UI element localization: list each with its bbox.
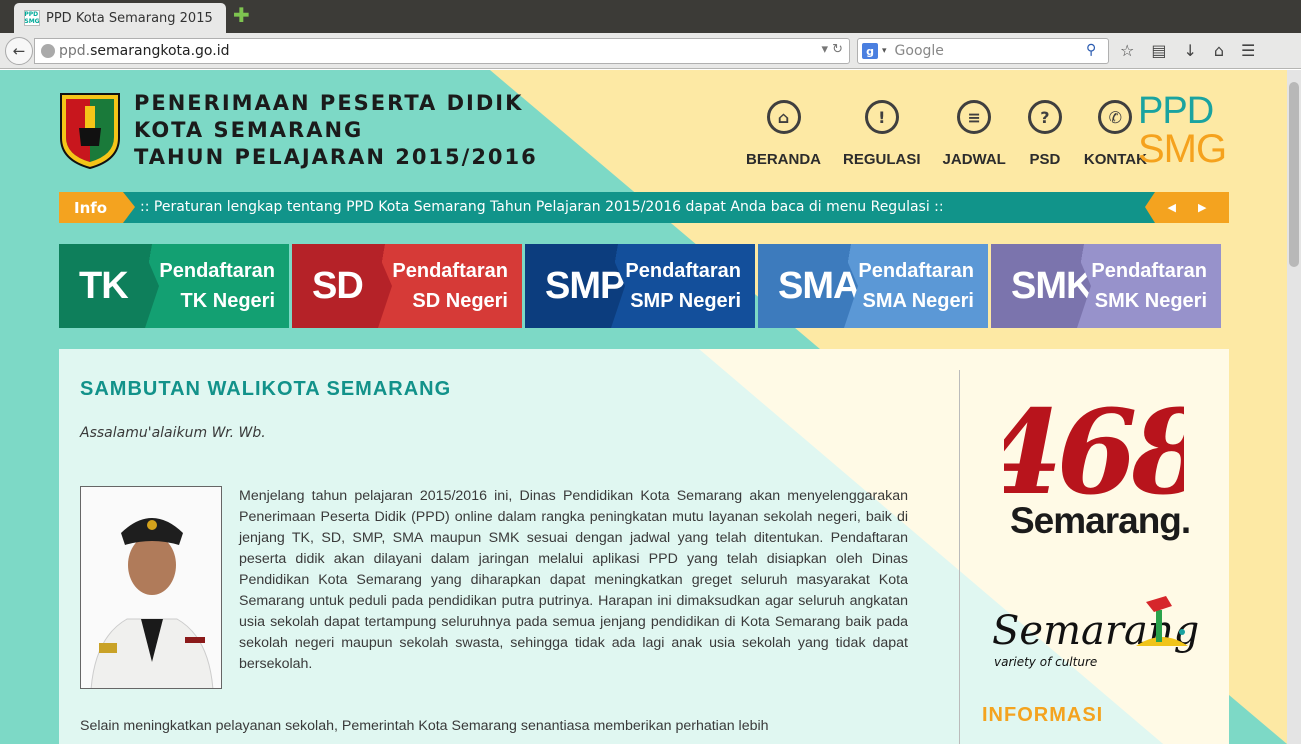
- browser-tab-strip: PPD SMG PPD Kota Semarang 2015 ✚: [0, 0, 1301, 33]
- level-abbr: SMK: [991, 244, 1091, 328]
- url-text: ppd.semarangkota.go.id: [59, 43, 230, 59]
- level-button-sd[interactable]: SD Pendaftaran SD Negeri: [292, 244, 522, 328]
- mayor-photo: [80, 486, 222, 689]
- menu-item-jadwal[interactable]: ≡ JADWAL: [943, 100, 1006, 168]
- menu-item-beranda[interactable]: ⌂ BERANDA: [746, 100, 821, 168]
- level-text: Pendaftaran SD Negeri: [392, 260, 508, 312]
- ticker-label: Info: [59, 192, 135, 223]
- level-button-smk[interactable]: SMK Pendaftaran SMK Negeri: [991, 244, 1221, 328]
- list-icon: ≡: [957, 100, 992, 134]
- section-title: SAMBUTAN WALIKOTA SEMARANG: [80, 378, 452, 400]
- question-icon: ?: [1027, 100, 1062, 134]
- ticker-prev-icon[interactable]: ◀: [1168, 201, 1176, 214]
- home-icon: ⌂: [766, 100, 801, 134]
- level-abbr: SMP: [525, 244, 625, 328]
- info-ticker: Info :: Peraturan lengkap tentang PPD Ko…: [59, 192, 1229, 223]
- page-scrollbar[interactable]: [1287, 70, 1301, 744]
- main-menu: ⌂ BERANDA ! REGULASI ≡ JADWAL ? PSD ✆ KO…: [746, 100, 1169, 168]
- registration-level-buttons: TK Pendaftaran TK Negeri SD Pendaftaran SD…: [59, 244, 1222, 328]
- scrollbar-thumb[interactable]: [1289, 82, 1299, 267]
- search-engine-dropdown-icon[interactable]: ▾: [882, 46, 887, 56]
- level-text: Pendaftaran SMA Negeri: [858, 260, 974, 312]
- reload-icon[interactable]: ▾ ↻: [821, 42, 843, 57]
- web-page: PENERIMAAN PESERTA DIDIK KOTA SEMARANG T…: [0, 70, 1287, 744]
- level-button-sma[interactable]: SMA Pendaftaran SMA Negeri: [758, 244, 988, 328]
- menu-label: REGULASI: [843, 151, 921, 168]
- home-icon[interactable]: ⌂: [1214, 41, 1224, 60]
- ppd-smg-logo[interactable]: PPD SMG: [1138, 92, 1232, 172]
- svg-text:variety of culture: variety of culture: [994, 655, 1097, 669]
- level-abbr: SMA: [758, 244, 858, 328]
- ppd-logo-bottom: SMG: [1138, 127, 1227, 171]
- exclamation-icon: !: [864, 100, 899, 134]
- globe-icon: [41, 44, 55, 58]
- ppd-logo-top: PPD: [1138, 90, 1214, 132]
- semarang-caption: Semarang.: [1010, 500, 1191, 541]
- welcome-paragraph-2: Selain meningkatkan pelayanan sekolah, P…: [80, 718, 769, 734]
- menu-label: PSD: [1029, 151, 1061, 168]
- browser-tab[interactable]: PPD SMG PPD Kota Semarang 2015: [14, 3, 226, 33]
- level-text: Pendaftaran SMP Negeri: [625, 260, 741, 312]
- menu-item-regulasi[interactable]: ! REGULASI: [843, 100, 921, 168]
- search-placeholder: Google: [894, 43, 944, 59]
- site-title-line1: PENERIMAAN PESERTA DIDIK: [134, 91, 524, 115]
- bookmark-star-icon[interactable]: ☆: [1120, 41, 1134, 60]
- tab-title: PPD Kota Semarang 2015: [46, 10, 213, 26]
- semarang-468-logo[interactable]: 468: [1004, 375, 1184, 505]
- magnifier-icon[interactable]: ⚲: [1086, 42, 1104, 60]
- menu-label: BERANDA: [746, 151, 821, 168]
- welcome-paragraph-1: Menjelang tahun pelajaran 2015/2016 ini,…: [239, 488, 908, 672]
- level-button-tk[interactable]: TK Pendaftaran TK Negeri: [59, 244, 289, 328]
- browser-navigation-bar: ← ppd.semarangkota.go.id ▾ ↻ g ▾ Google …: [0, 33, 1301, 69]
- download-icon[interactable]: ↓: [1183, 41, 1196, 60]
- search-engine-icon[interactable]: g: [862, 43, 878, 59]
- level-button-smp[interactable]: SMP Pendaftaran SMP Negeri: [525, 244, 755, 328]
- menu-icon[interactable]: ☰: [1241, 41, 1255, 60]
- semarang-shield-logo[interactable]: [59, 92, 121, 170]
- back-button[interactable]: ←: [5, 37, 33, 65]
- level-abbr: TK: [59, 244, 159, 328]
- menu-item-psd[interactable]: ? PSD: [1027, 100, 1062, 168]
- browser-toolbar-icons: ☆ ▤ ↓ ⌂ ☰: [1120, 41, 1255, 60]
- url-bar[interactable]: ppd.semarangkota.go.id ▾ ↻: [34, 38, 850, 64]
- site-title-line3: TAHUN PELAJARAN 2015/2016: [134, 145, 538, 169]
- level-text: Pendaftaran SMK Negeri: [1091, 260, 1207, 312]
- site-title[interactable]: PENERIMAAN PESERTA DIDIK KOTA SEMARANG T…: [134, 90, 538, 171]
- svg-text:Semarang: Semarang: [992, 608, 1199, 654]
- semarang-variety-of-culture-logo[interactable]: Semarang variety of culture: [986, 592, 1206, 678]
- svg-text:468: 468: [1004, 385, 1184, 505]
- search-bar[interactable]: g ▾ Google ⚲: [857, 38, 1109, 64]
- favicon-icon: PPD SMG: [24, 10, 40, 26]
- informasi-heading: INFORMASI: [982, 704, 1104, 726]
- sidebar-divider: [959, 370, 960, 744]
- menu-label: JADWAL: [942, 151, 1006, 168]
- ticker-text[interactable]: :: Peraturan lengkap tentang PPD Kota Se…: [140, 199, 944, 215]
- level-abbr: SD: [292, 244, 392, 328]
- phone-icon: ✆: [1098, 100, 1133, 134]
- greeting-text: Assalamu'alaikum Wr. Wb.: [80, 425, 266, 441]
- level-text: Pendaftaran TK Negeri: [159, 260, 275, 312]
- ticker-next-icon[interactable]: ▶: [1198, 201, 1206, 214]
- new-tab-button[interactable]: ✚: [233, 5, 251, 25]
- site-title-line2: KOTA SEMARANG: [134, 118, 364, 142]
- ticker-controls: ◀ ▶: [1145, 192, 1229, 223]
- reading-list-icon[interactable]: ▤: [1151, 41, 1166, 60]
